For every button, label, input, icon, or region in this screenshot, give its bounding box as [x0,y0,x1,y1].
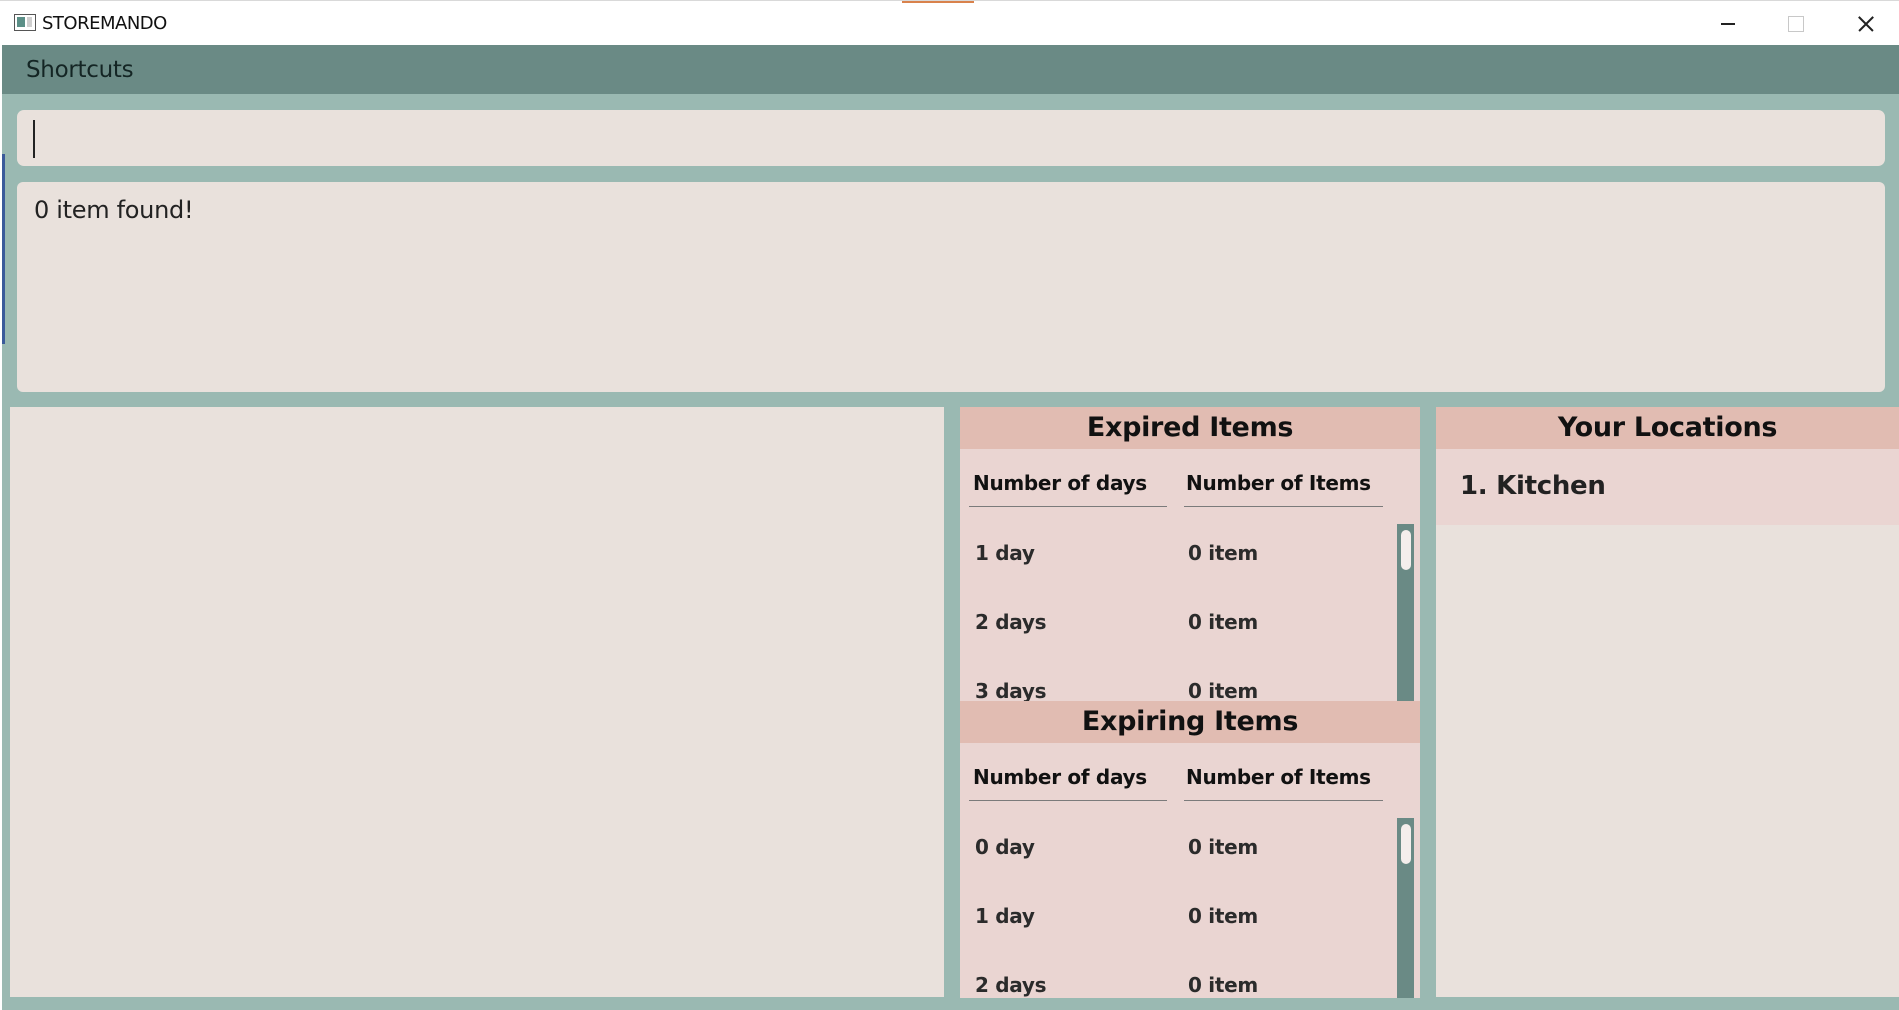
expiring-items-panel: Expiring Items Number of days Number of … [960,701,1420,998]
table-row-items: 0 item [1188,679,1258,702]
expired-items-title: Expired Items [960,407,1420,449]
divider [1184,506,1383,507]
maximize-icon[interactable] [1760,1,1830,46]
expired-scrollbar[interactable] [1397,524,1414,702]
expired-items-panel: Expired Items Number of days Number of I… [960,407,1420,702]
locations-panel: Your Locations 1. Kitchen [1436,407,1899,997]
expired-col-days[interactable]: Number of days [973,471,1147,495]
locations-title: Your Locations [1436,407,1899,449]
table-row-items: 0 item [1188,973,1258,997]
expired-col-items[interactable]: Number of Items [1186,471,1371,495]
table-row-items: 0 item [1188,904,1258,928]
divider [1184,800,1383,801]
table-row-days: 1 day [975,541,1035,565]
taskbar-accent [902,1,974,3]
expiring-col-items[interactable]: Number of Items [1186,765,1371,789]
table-row-days: 0 day [975,835,1035,859]
left-edge-strip [2,154,5,344]
command-input[interactable] [17,110,1885,166]
table-row-days: 3 days [975,679,1047,702]
divider [969,506,1167,507]
minimize-icon[interactable] [1692,1,1762,46]
item-list-panel[interactable] [10,407,944,997]
scroll-thumb[interactable] [1401,824,1411,864]
title-bar: STOREMANDO [0,0,1899,45]
scroll-thumb[interactable] [1401,530,1411,570]
window-title: STOREMANDO [42,13,167,34]
table-row-items: 0 item [1188,541,1258,565]
table-row-items: 0 item [1188,610,1258,634]
result-display: 0 item found! [17,182,1885,392]
menu-bar: Shortcuts [2,45,1899,94]
location-label: 1. Kitchen [1460,471,1606,501]
app-window: STOREMANDO Shortcuts 0 item found! Expir… [0,0,1899,1010]
app-window-icon [14,14,36,31]
expiring-scrollbar[interactable] [1397,818,1414,998]
main-body: 0 item found! Expired Items Number of da… [2,94,1899,1010]
text-caret [33,120,35,158]
command-box [17,110,1885,166]
list-item[interactable]: 1. Kitchen [1436,449,1899,525]
close-icon[interactable] [1830,1,1899,46]
table-row-days: 2 days [975,610,1047,634]
table-row-days: 1 day [975,904,1035,928]
menu-item-shortcuts[interactable]: Shortcuts [26,57,134,83]
table-row-items: 0 item [1188,835,1258,859]
expiring-col-days[interactable]: Number of days [973,765,1147,789]
result-message: 0 item found! [34,196,194,224]
expiring-items-title: Expiring Items [960,701,1420,743]
divider [969,800,1167,801]
table-row-days: 2 days [975,973,1047,997]
